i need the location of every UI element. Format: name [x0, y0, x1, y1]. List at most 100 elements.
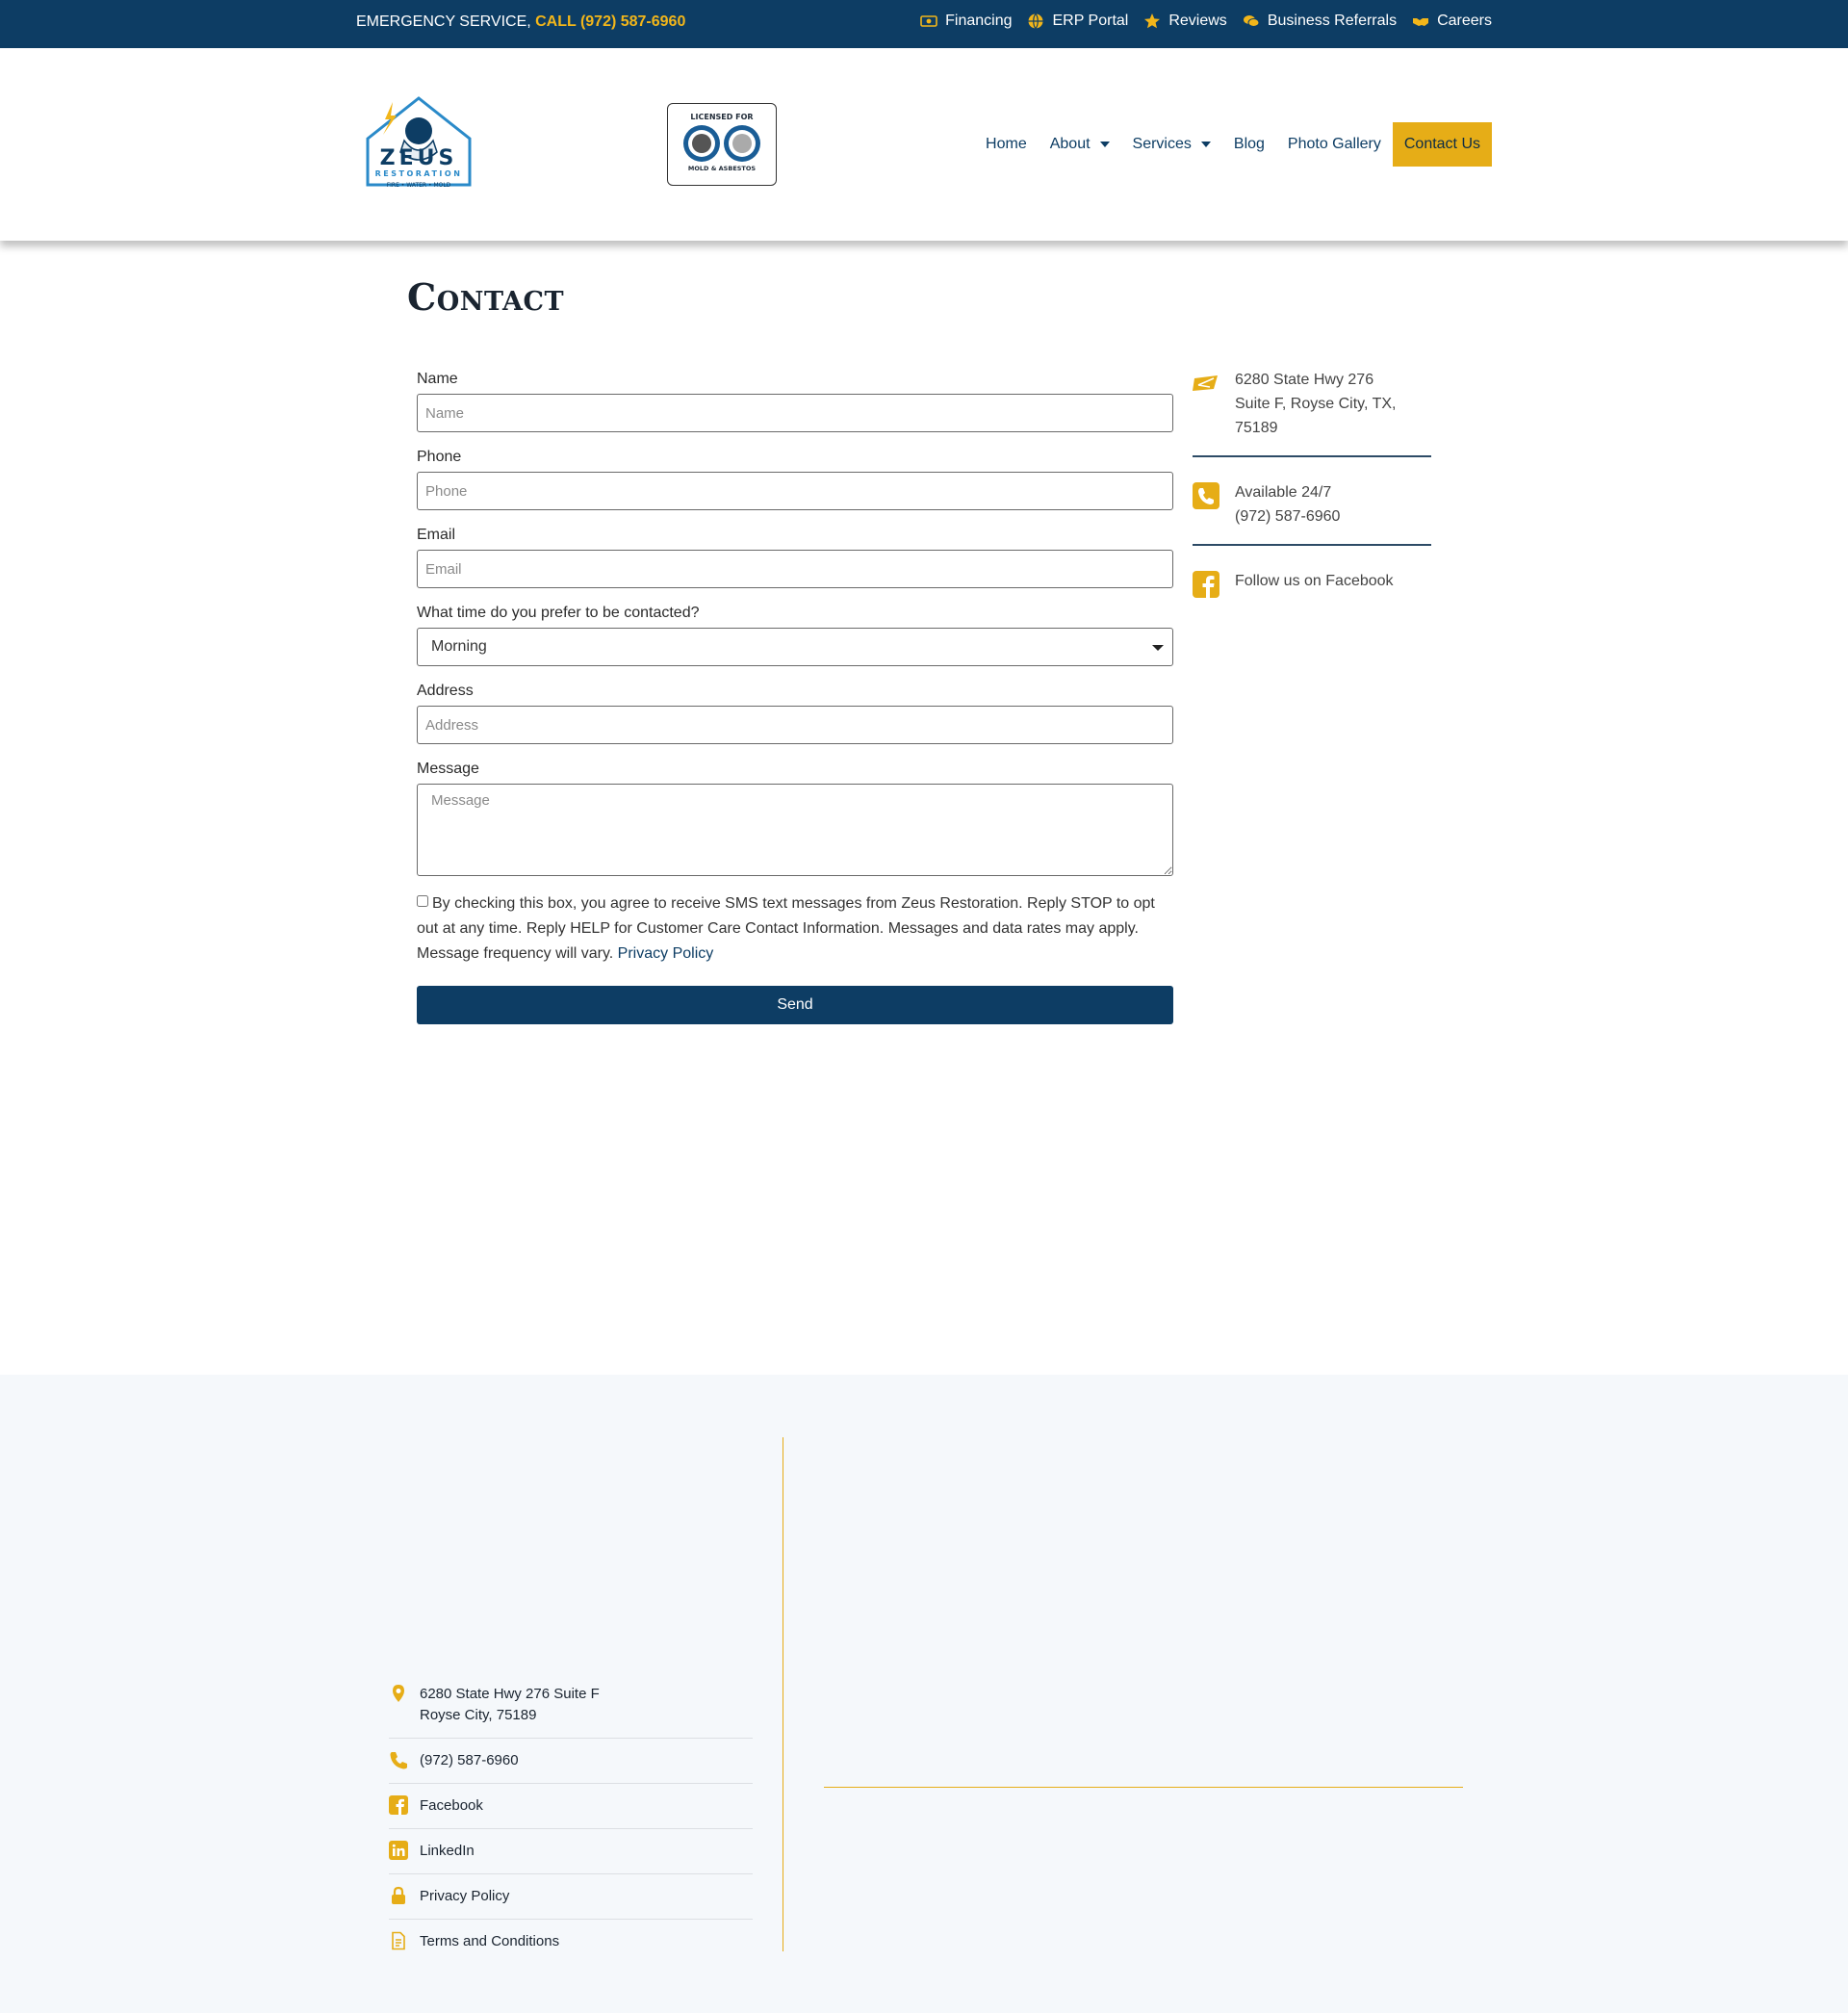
- nav-contact-us-button[interactable]: Contact Us: [1392, 122, 1492, 167]
- contact-info-facebook[interactable]: Follow us on Facebook: [1193, 569, 1431, 613]
- name-field-group: Name: [417, 371, 1173, 432]
- facebook-icon: [1193, 571, 1219, 598]
- footer-linkedin-text: LinkedIn: [420, 1843, 475, 1859]
- phone-field-group: Phone: [417, 449, 1173, 510]
- privacy-policy-link[interactable]: Privacy Policy: [618, 945, 714, 962]
- sms-consent: By checking this box, you agree to recei…: [417, 891, 1173, 967]
- name-label: Name: [417, 371, 458, 387]
- address-input[interactable]: [417, 706, 1173, 744]
- address-line: 6280 State Hwy 276: [1235, 372, 1374, 388]
- top-link-label: Reviews: [1168, 13, 1227, 29]
- email-label: Email: [417, 527, 456, 543]
- top-link-label: ERP Portal: [1052, 13, 1129, 29]
- phone-number: (972) 587-6960: [1235, 508, 1341, 525]
- contact-form: Name Phone Email What time do you prefer…: [417, 371, 1173, 1024]
- footer-facebook-text: Facebook: [420, 1797, 483, 1814]
- star-icon: [1144, 13, 1161, 29]
- top-link-label: Careers: [1437, 13, 1492, 29]
- footer-privacy-policy[interactable]: Privacy Policy: [389, 1874, 753, 1920]
- top-link-reviews[interactable]: Reviews: [1143, 13, 1227, 30]
- logo-name: ZEUS: [380, 146, 458, 170]
- top-link-business-referrals[interactable]: Business Referrals: [1243, 13, 1397, 30]
- document-icon: [392, 1931, 405, 1950]
- footer-contact-list: 6280 State Hwy 276 Suite F Royse City, 7…: [389, 1672, 753, 1964]
- top-link-label: Business Referrals: [1267, 13, 1398, 29]
- top-link-financing[interactable]: Financing: [920, 13, 1012, 30]
- license-bottom-text: MOLD & ASBESTOS: [687, 165, 757, 172]
- globe-icon: [1028, 13, 1043, 29]
- nav-photo-gallery[interactable]: Photo Gallery: [1276, 122, 1393, 167]
- contact-info-address: 6280 State Hwy 276 Suite F, Royse City, …: [1193, 368, 1431, 457]
- message-textarea[interactable]: [417, 784, 1173, 876]
- sms-consent-checkbox[interactable]: [417, 895, 428, 907]
- emergency-service-text: EMERGENCY SERVICE, CALL (972) 587-6960: [356, 13, 685, 31]
- footer-terms-text: Terms and Conditions: [420, 1933, 560, 1949]
- top-links: Financing ERP Portal Reviews Business Re…: [920, 13, 1492, 30]
- phone-input[interactable]: [417, 472, 1173, 510]
- address-field-group: Address: [417, 683, 1173, 744]
- nav-home-label: Home: [986, 136, 1027, 152]
- footer-horizontal-divider: [824, 1787, 1463, 1788]
- emergency-call-link[interactable]: CALL (972) 587-6960: [535, 13, 685, 30]
- footer-terms[interactable]: Terms and Conditions: [389, 1920, 753, 1964]
- logo-tagline: FIRE • WATER • MOLD: [387, 182, 451, 189]
- footer-phone[interactable]: (972) 587-6960: [389, 1739, 753, 1784]
- phone-icon: [1193, 482, 1219, 509]
- chevron-down-icon: [1099, 142, 1110, 147]
- nav-services[interactable]: Services: [1121, 122, 1222, 167]
- send-button[interactable]: Send: [417, 986, 1173, 1024]
- footer-phone-text: (972) 587-6960: [420, 1752, 519, 1768]
- nav-services-label: Services: [1132, 136, 1192, 152]
- availability-text: Available 24/7: [1235, 484, 1332, 501]
- comments-icon: [1243, 15, 1260, 27]
- lock-icon: [392, 1886, 405, 1904]
- facebook-text: Follow us on Facebook: [1235, 573, 1394, 589]
- footer-address-line1: 6280 State Hwy 276 Suite F: [420, 1686, 600, 1702]
- license-badge: LICENSED FOR MOLD & ASBESTOS: [667, 103, 777, 186]
- nav-contact-label: Contact Us: [1403, 136, 1480, 152]
- logo-sub: RESTORATION: [375, 169, 463, 178]
- contact-time-label: What time do you prefer to be contacted?: [417, 605, 700, 621]
- message-label: Message: [417, 761, 479, 777]
- dropdown-arrow-icon: [1152, 645, 1164, 651]
- zeus-restoration-logo[interactable]: ZEUS RESTORATION FIRE • WATER • MOLD: [356, 92, 481, 198]
- footer-facebook[interactable]: Facebook: [389, 1784, 753, 1829]
- site-header: ZEUS RESTORATION FIRE • WATER • MOLD LIC…: [0, 48, 1848, 241]
- site-footer: 6280 State Hwy 276 Suite F Royse City, 7…: [0, 1375, 1848, 2013]
- facebook-icon: [389, 1795, 408, 1815]
- contact-time-value: Morning: [431, 638, 487, 655]
- nav-about[interactable]: About: [1039, 122, 1121, 167]
- address-line: 75189: [1235, 420, 1278, 436]
- nav-gallery-label: Photo Gallery: [1287, 136, 1381, 152]
- address-label: Address: [417, 683, 474, 699]
- top-link-erp-portal[interactable]: ERP Portal: [1027, 13, 1128, 30]
- contact-time-select[interactable]: Morning: [417, 628, 1173, 666]
- footer-linkedin[interactable]: LinkedIn: [389, 1829, 753, 1874]
- footer-address: 6280 State Hwy 276 Suite F Royse City, 7…: [389, 1672, 753, 1739]
- top-link-careers[interactable]: Careers: [1412, 13, 1492, 30]
- address-line: Suite F, Royse City, TX,: [1235, 396, 1397, 412]
- footer-privacy-text: Privacy Policy: [420, 1888, 510, 1904]
- chevron-down-icon: [1200, 142, 1211, 147]
- footer-address-line2: Royse City, 75189: [420, 1707, 537, 1723]
- name-input[interactable]: [417, 394, 1173, 432]
- contact-info-phone[interactable]: Available 24/7 (972) 587-6960: [1193, 480, 1431, 546]
- handshake-icon: [1413, 18, 1429, 26]
- money-icon: [920, 15, 937, 27]
- emergency-prefix: EMERGENCY SERVICE,: [356, 13, 536, 30]
- nav-blog[interactable]: Blog: [1222, 122, 1276, 167]
- mail-paper-plane-icon: [1193, 375, 1218, 391]
- sms-consent-text: By checking this box, you agree to recei…: [417, 895, 1155, 962]
- contact-time-field-group: What time do you prefer to be contacted?…: [417, 605, 1173, 666]
- license-top-text: LICENSED FOR: [690, 113, 754, 121]
- nav-home[interactable]: Home: [974, 122, 1039, 167]
- page-title: Contact: [407, 275, 565, 319]
- phone-icon: [390, 1752, 407, 1769]
- main-nav: Home About Services Blog Photo Gallery C…: [974, 122, 1492, 167]
- linkedin-icon: [389, 1841, 408, 1860]
- email-input[interactable]: [417, 550, 1173, 588]
- nav-blog-label: Blog: [1233, 136, 1265, 152]
- message-field-group: Message: [417, 761, 1173, 881]
- map-pin-icon: [393, 1685, 404, 1702]
- phone-label: Phone: [417, 449, 462, 465]
